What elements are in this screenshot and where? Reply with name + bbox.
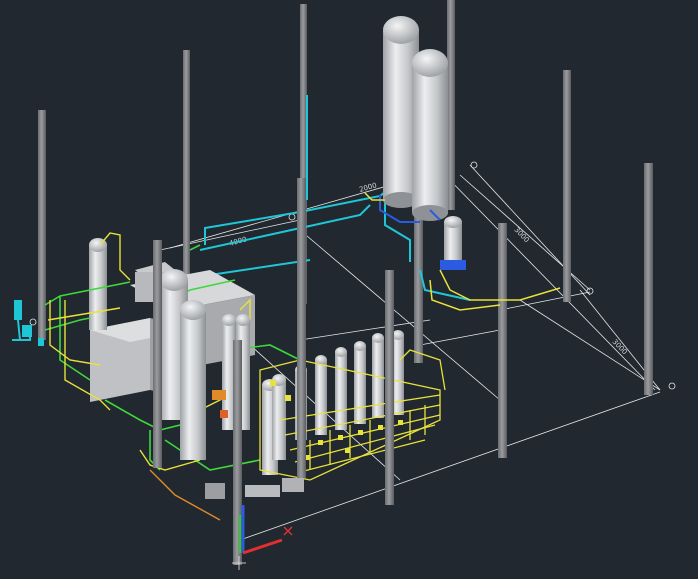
pump-skid: [205, 478, 304, 499]
ucs-origin-marker: [283, 526, 293, 536]
yellow-manifold: [259, 349, 446, 481]
model-viewport[interactable]: 4000 2000 3000 3000: [0, 0, 698, 579]
vessel-mid-2: [180, 300, 206, 460]
adsorber-4: [354, 341, 366, 424]
small-vessel-right: [440, 216, 466, 270]
adsorber-2: [315, 355, 327, 435]
dimension-text-2: 2000: [358, 181, 377, 194]
vessel-left: [89, 238, 107, 330]
ucs-x-axis: [242, 538, 283, 555]
vessel-mid-6: [272, 374, 286, 460]
adsorber-3: [335, 347, 347, 430]
model-scene[interactable]: 4000 2000 3000 3000: [0, 0, 698, 579]
tank-piping-yellow: [364, 192, 561, 311]
storage-tank-2: [412, 49, 448, 221]
ucs-icon[interactable]: [239, 505, 293, 555]
dimension-text-3: 3000: [513, 226, 531, 244]
